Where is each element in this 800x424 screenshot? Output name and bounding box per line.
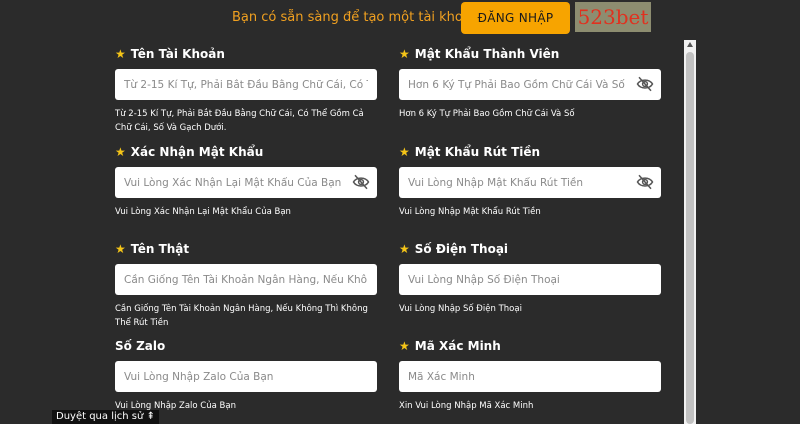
required-star-icon: ★ (115, 242, 126, 256)
password-input[interactable] (399, 69, 661, 100)
username-label: ★ Tên Tài Khoản (115, 47, 225, 61)
phone-label: ★ Số Điện Thoại (399, 242, 509, 256)
captcha-input[interactable] (399, 361, 661, 392)
captcha-field-group: ★ Mã Xác Minh Xin Vui Lòng Nhập Mã Xác M… (399, 338, 661, 413)
brand-logo[interactable]: 523bet (575, 2, 651, 32)
phone-input[interactable] (399, 264, 661, 295)
required-star-icon: ★ (115, 47, 126, 61)
real-name-input-box[interactable] (115, 264, 377, 295)
captcha-input-box[interactable] (399, 361, 661, 392)
zalo-input[interactable] (115, 361, 377, 392)
phone-field-group: ★ Số Điện Thoại Vui Lòng Nhập Số Điện Th… (399, 241, 661, 316)
confirm-password-label: ★ Xác Nhận Mật Khẩu (115, 145, 264, 159)
confirm-password-input[interactable] (115, 167, 377, 198)
real-name-field-group: ★ Tên Thật Cần Giống Tên Tài Khoản Ngân … (115, 241, 377, 330)
scrollbar-thumb[interactable] (686, 52, 694, 424)
confirm-password-input-box[interactable] (115, 167, 377, 198)
captcha-label: ★ Mã Xác Minh (399, 339, 501, 353)
captcha-hint: Xin Vui Lòng Nhập Mã Xác Minh (399, 401, 534, 411)
withdraw-password-input[interactable] (399, 167, 661, 198)
confirm-password-field-group: ★ Xác Nhận Mật Khẩu Vui Lòng Xác Nhận Lạ… (115, 144, 377, 219)
username-input-box[interactable] (115, 69, 377, 100)
username-field-group: ★ Tên Tài Khoản Từ 2-15 Kí Tự, Phải Bắt … (115, 46, 377, 135)
browse-history-button[interactable]: Duyệt qua lịch sử ⇞ (52, 410, 159, 424)
real-name-label: ★ Tên Thật (115, 242, 190, 256)
eye-slash-icon[interactable] (352, 174, 370, 190)
withdraw-password-input-box[interactable] (399, 167, 661, 198)
username-hint: Từ 2-15 Kí Tự, Phải Bắt Đầu Bằng Chữ Cái… (115, 109, 364, 133)
required-star-icon: ★ (399, 242, 410, 256)
eye-slash-icon[interactable] (636, 76, 654, 92)
password-label: ★ Mật Khẩu Thành Viên (399, 47, 560, 61)
required-star-icon: ★ (399, 339, 410, 353)
login-button[interactable]: ĐĂNG NHẬP (461, 2, 570, 34)
withdraw-password-field-group: ★ Mật Khẩu Rút Tiền Vui Lòng Nhập Mật Kh… (399, 144, 661, 219)
top-bar: Bạn có sẵn sàng để tạo một tài khoản ? Đ… (0, 0, 800, 40)
scroll-up-arrow-icon[interactable] (687, 42, 693, 47)
real-name-input[interactable] (115, 264, 377, 295)
required-star-icon: ★ (115, 145, 126, 159)
withdraw-password-hint: Vui Lòng Nhập Mật Khẩu Rút Tiền (399, 207, 541, 217)
password-hint: Hơn 6 Ký Tự Phải Bao Gồm Chữ Cái Và Số (399, 109, 575, 119)
withdraw-password-label: ★ Mật Khẩu Rút Tiền (399, 145, 541, 159)
vertical-scrollbar[interactable] (684, 40, 696, 424)
required-star-icon: ★ (399, 145, 410, 159)
eye-slash-icon[interactable] (636, 174, 654, 190)
signup-prompt: Bạn có sẵn sàng để tạo một tài khoản ? (232, 10, 491, 25)
password-input-box[interactable] (399, 69, 661, 100)
zalo-input-box[interactable] (115, 361, 377, 392)
real-name-hint: Cần Giống Tên Tài Khoản Ngân Hàng, Nếu K… (115, 304, 368, 328)
zalo-field-group: Số Zalo Vui Lòng Nhập Zalo Của Bạn (115, 338, 377, 413)
phone-input-box[interactable] (399, 264, 661, 295)
phone-hint: Vui Lòng Nhập Số Điện Thoại (399, 304, 522, 314)
zalo-label: Số Zalo (115, 339, 166, 353)
password-field-group: ★ Mật Khẩu Thành Viên Hơn 6 Ký Tự Phải B… (399, 46, 661, 121)
required-star-icon: ★ (399, 47, 410, 61)
confirm-password-hint: Vui Lòng Xác Nhận Lại Mật Khẩu Của Bạn (115, 207, 291, 217)
username-input[interactable] (115, 69, 377, 100)
